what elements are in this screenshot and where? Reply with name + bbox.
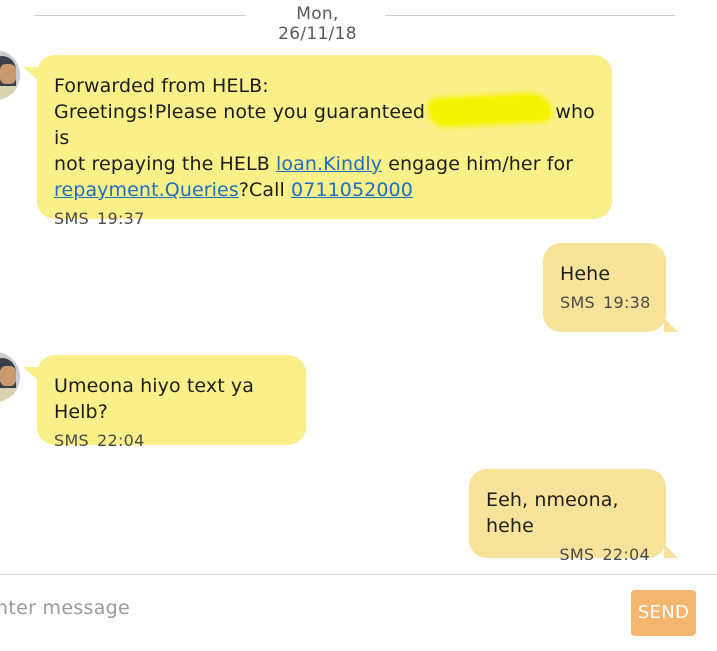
message-composer: nter message SEND xyxy=(0,574,717,651)
message-time: 22:04 xyxy=(97,431,145,450)
message-text: Hehe xyxy=(560,263,611,285)
message-meta: SMS 19:37 xyxy=(54,209,612,228)
message-text-segment: Greetings!Please note you guaranteed xyxy=(54,101,432,123)
link-repayment-queries[interactable]: repayment.Queries xyxy=(54,179,239,201)
date-label: Mon, 26/11/18 xyxy=(278,4,357,44)
bubble-tail xyxy=(23,67,39,81)
link-loan-kindly[interactable]: loan.Kindly xyxy=(276,153,382,175)
message-line: not repaying the HELB loan.Kindly engage… xyxy=(54,151,612,177)
send-button[interactable]: SEND xyxy=(631,590,696,636)
phone-number-link[interactable]: 0711052000 xyxy=(291,179,413,201)
message-text-segment: not repaying the HELB xyxy=(54,153,276,175)
bubble-tail xyxy=(664,318,678,332)
date-separator: Mon, 26/11/18 xyxy=(0,2,717,44)
message-text: Umeona hiyo text ya Helb? xyxy=(54,375,255,423)
divider xyxy=(385,15,675,16)
message-type: SMS xyxy=(54,209,90,228)
message-text-segment: engage him/her for xyxy=(382,153,574,175)
message-line: Greetings!Please note you guaranteed who… xyxy=(54,99,612,151)
message-text: Forwarded from HELB: Greetings!Please no… xyxy=(54,73,612,203)
divider xyxy=(35,15,245,16)
bubble-tail xyxy=(664,544,678,558)
message-text-segment: ?Call xyxy=(238,179,292,201)
message-meta: SMS 22:04 xyxy=(54,431,306,450)
message-time: 19:37 xyxy=(97,209,145,228)
message-meta: SMS 19:38 xyxy=(560,293,666,312)
avatar[interactable] xyxy=(0,352,20,402)
message-bubble-outgoing[interactable]: Eeh, nmeona, hehe SMS 22:04 xyxy=(469,469,678,564)
bubble-tail xyxy=(23,367,39,381)
message-type: SMS xyxy=(54,431,90,450)
message-type: SMS xyxy=(560,293,596,312)
message-meta: SMS 22:04 xyxy=(486,545,666,564)
message-bubble-incoming[interactable]: Forwarded from HELB: Greetings!Please no… xyxy=(23,55,612,228)
message-bubble-outgoing[interactable]: Hehe SMS 19:38 xyxy=(543,243,678,332)
message-line: repayment.Queries?Call 0711052000 xyxy=(54,177,612,203)
conversation-screen: Mon, 26/11/18 Forwarded from HELB: Greet… xyxy=(0,0,717,651)
message-bubble-incoming[interactable]: Umeona hiyo text ya Helb? SMS 22:04 xyxy=(23,355,306,450)
redacted-name xyxy=(431,100,549,120)
message-type: SMS xyxy=(559,545,595,564)
message-text: Eeh, nmeona, hehe xyxy=(486,489,619,537)
message-time: 22:04 xyxy=(602,545,650,564)
avatar[interactable] xyxy=(0,50,20,100)
message-time: 19:38 xyxy=(603,293,651,312)
message-input[interactable]: nter message xyxy=(0,597,130,619)
